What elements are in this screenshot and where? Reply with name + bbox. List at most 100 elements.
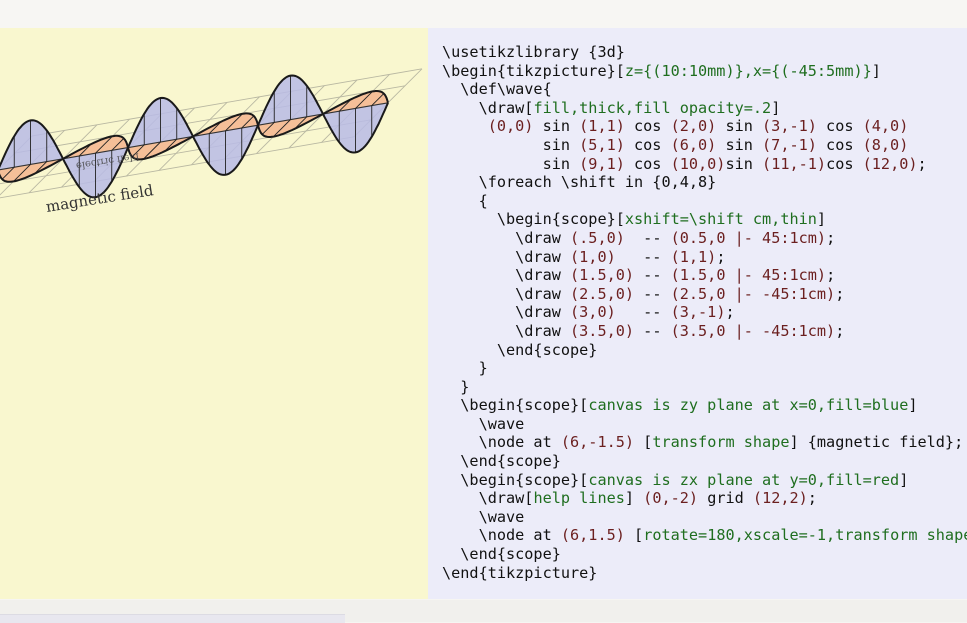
code-token-text: -- (634, 321, 671, 340)
code-token-text: ; (807, 489, 817, 508)
code-line: \draw (1,0) -- (1,1); (442, 248, 967, 267)
code-token-text: sin (442, 135, 580, 154)
code-token-text: sin (716, 135, 763, 154)
top-margin (0, 0, 967, 28)
code-line: \node at (6,1.5) [rotate=180,xscale=-1,t… (442, 526, 967, 545)
code-token-opt: help lines (533, 489, 625, 508)
code-line: \usetikzlibrary {3d} (442, 43, 967, 62)
code-token-text: \node at (442, 526, 561, 545)
code-token-text: cos (624, 117, 671, 136)
code-token-opt: canvas is zy plane at x=0,fill=blue (588, 396, 909, 415)
code-token-text: ; (826, 228, 836, 247)
code-panel: \usetikzlibrary {3d} \begin{tikzpicture}[… (428, 28, 967, 599)
code-token-text: [ (634, 433, 653, 452)
code-line: \begin{scope}[canvas is zy plane at x=0,… (442, 396, 967, 415)
code-token-coord: (1,0) (570, 247, 616, 266)
code-line: sin (5,1) cos (6,0) sin (7,-1) cos (8,0) (442, 136, 967, 155)
code-token-coord: (9,1) (579, 154, 625, 173)
code-token-text: \draw (442, 321, 571, 340)
code-line: \begin{scope}[canvas is zx plane at y=0,… (442, 471, 967, 490)
code-token-coord: (0,-2) (643, 489, 699, 508)
code-token-text: \begin{scope}[ (442, 210, 625, 229)
code-token-coord: (3,-1) (762, 117, 817, 136)
code-token-coord: (3,-1) (670, 303, 726, 322)
code-token-text: \wave (442, 414, 525, 433)
code-token-text: sin (533, 117, 580, 136)
code-token-text: ] (816, 210, 827, 229)
code-token-text: cos (624, 154, 671, 173)
code-token-text: grid (698, 489, 753, 508)
wave-figure (0, 68, 423, 199)
code-line: \end{scope} (442, 341, 967, 360)
code-token-text: \def\wave{ (442, 80, 552, 99)
code-token-coord: (10,0) (670, 154, 726, 173)
code-token-coord: (1.5,0) (570, 266, 635, 285)
code-token-text: } (442, 359, 488, 378)
code-token-coord: (7,-1) (762, 135, 817, 154)
code-token-text: cos (816, 117, 863, 136)
code-line: \node at (6,-1.5) [transform shape] {mag… (442, 433, 967, 452)
code-token-text: ; (716, 247, 726, 266)
code-token-text: cos (816, 135, 863, 154)
code-token-coord: (3.5,0 |- -45:1cm) (670, 321, 836, 340)
code-line: \draw (1.5,0) -- (1.5,0 |- 45:1cm); (442, 266, 967, 285)
tikz-render-panel: electric field magnetic field (0, 28, 428, 599)
code-token-text: -- (634, 266, 671, 285)
code-token-text: ; (826, 266, 836, 285)
code-token-coord: (1.5,0 |- 45:1cm) (670, 266, 827, 285)
code-token-text: } (442, 377, 470, 396)
code-token-text: ; (917, 154, 927, 173)
code-token-coord: (11,-1) (762, 154, 827, 173)
code-token-coord: (6,0) (670, 135, 717, 154)
code-line: \end{tikzpicture} (442, 564, 967, 583)
code-line: { (442, 192, 967, 211)
code-line: \end{scope} (442, 452, 967, 471)
code-token-coord: (12,0) (862, 154, 918, 173)
code-token-text: \begin{tikzpicture}[ (442, 61, 625, 80)
code-token-coord: (2.5,0 |- -45:1cm) (670, 284, 836, 303)
code-token-text: cos (826, 154, 863, 173)
code-token-text: cos (624, 135, 671, 154)
code-token-opt: z={(10:10mm)},x={(-45:5mm)} (624, 61, 872, 80)
code-token-coord: (6,-1.5) (560, 433, 635, 452)
code-line: \draw (.5,0) -- (0.5,0 |- 45:1cm); (442, 229, 967, 248)
code-token-text: ; (725, 303, 735, 322)
code-token-text: \wave (442, 507, 525, 526)
code-token-coord: (0,0) (487, 117, 534, 136)
code-token-coord: (2,0) (670, 117, 717, 136)
code-line: \wave (442, 508, 967, 527)
code-token-text: \foreach \shift in {0,4,8} (442, 173, 717, 192)
code-token-text: \draw[ (442, 489, 534, 508)
code-token-opt: rotate=180,xscale=-1,transform shape (643, 526, 967, 545)
tikz-source-code: \usetikzlibrary {3d} \begin{tikzpicture}[… (442, 43, 967, 582)
code-token-text: -- (615, 247, 671, 266)
code-token-coord: (0.5,0 |- 45:1cm) (670, 228, 827, 247)
code-token-text: \end{scope} (442, 545, 561, 564)
code-token-text: sin (725, 154, 763, 173)
code-line: \def\wave{ (442, 80, 967, 99)
code-token-coord: (12,2) (752, 489, 808, 508)
code-token-text: \end{tikzpicture} (442, 563, 598, 582)
code-token-text: -- (615, 303, 671, 322)
code-line: \end{scope} (442, 545, 967, 564)
code-token-coord: (2.5,0) (570, 284, 635, 303)
code-token-text: \draw (442, 284, 571, 303)
code-token-coord: (.5,0) (570, 228, 625, 247)
code-token-coord: (3.5,0) (570, 321, 635, 340)
code-line: \begin{tikzpicture}[z={(10:10mm)},x={(-4… (442, 62, 967, 81)
code-token-coord: (1,1) (670, 247, 717, 266)
code-token-text: \draw (442, 247, 571, 266)
code-token-text: { (442, 191, 488, 210)
code-line: } (442, 378, 967, 397)
code-token-text: \node at (442, 433, 561, 452)
code-token-text: \draw (442, 266, 571, 285)
code-line: \draw (3,0) -- (3,-1); (442, 303, 967, 322)
code-token-opt: transform shape (652, 433, 790, 452)
code-line: \draw[fill,thick,fill opacity=.2] (442, 99, 967, 118)
code-line: \foreach \shift in {0,4,8} (442, 173, 967, 192)
code-token-opt: fill,thick,fill opacity=.2 (533, 98, 772, 117)
code-token-text: \begin{scope}[ (442, 396, 589, 415)
code-token-text: \usetikzlibrary {3d} (442, 43, 625, 61)
code-token-text: ] (871, 61, 881, 80)
